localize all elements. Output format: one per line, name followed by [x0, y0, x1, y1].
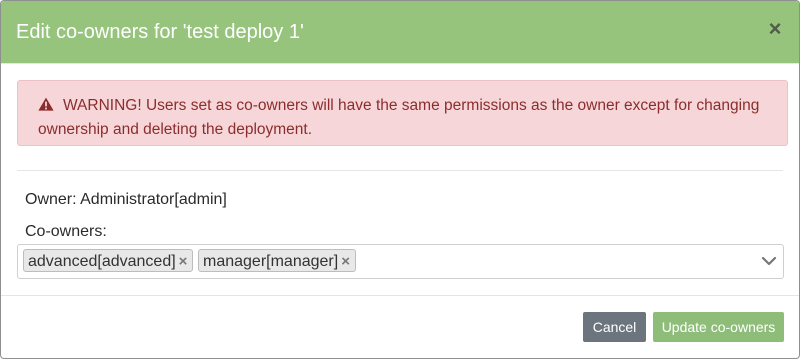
remove-tag-icon[interactable]: × [341, 250, 350, 273]
chevron-down-icon[interactable] [761, 253, 777, 269]
coowner-tag-label: manager[manager] [203, 253, 339, 270]
owner-text: Owner: Administrator[admin] [25, 191, 227, 208]
close-icon[interactable]: × [766, 17, 784, 41]
dialog-header: Edit co-owners for 'test deploy 1' × [1, 1, 799, 64]
cancel-button[interactable]: Cancel [583, 312, 646, 342]
coowner-tag: advanced[advanced] × [23, 249, 193, 272]
coowner-tag-label: advanced[advanced] [28, 253, 176, 270]
coowners-label: Co-owners: [25, 223, 107, 240]
footer-divider [1, 295, 799, 296]
dialog-title: Edit co-owners for 'test deploy 1' [16, 21, 304, 43]
warning-text: WARNING! Users set as co-owners will hav… [38, 97, 760, 138]
update-coowners-button[interactable]: Update co-owners [653, 312, 784, 342]
warning-triangle-icon [38, 97, 54, 111]
remove-tag-icon[interactable]: × [179, 250, 188, 273]
dialog-body: WARNING! Users set as co-owners will hav… [1, 64, 799, 293]
body-divider [17, 170, 783, 171]
warning-alert: WARNING! Users set as co-owners will hav… [17, 80, 788, 146]
edit-coowners-dialog: Edit co-owners for 'test deploy 1' × WAR… [0, 0, 800, 359]
coowner-tag: manager[manager] × [198, 249, 356, 272]
coowners-select[interactable]: advanced[advanced] × manager[manager] × [17, 244, 784, 279]
